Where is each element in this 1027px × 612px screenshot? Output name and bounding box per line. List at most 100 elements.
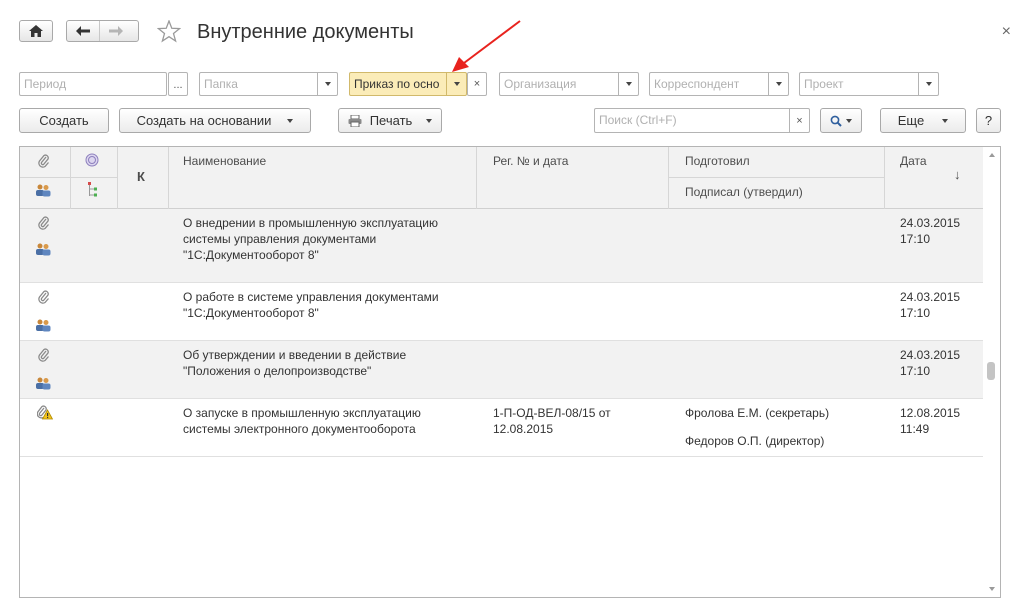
more-button[interactable]: Еще — [880, 108, 966, 133]
users-icon[interactable] — [35, 184, 51, 197]
column-reg-header[interactable]: Рег. № и дата — [493, 154, 568, 168]
tree-structure-icon[interactable] — [88, 182, 98, 198]
organization-dropdown-button[interactable] — [618, 73, 638, 95]
divider — [117, 147, 118, 209]
chevron-down-icon — [287, 118, 294, 123]
time-value: 17:10 — [900, 232, 931, 246]
document-type-field[interactable]: Приказ по осно — [349, 72, 467, 96]
favorite-star-icon[interactable] — [157, 20, 181, 43]
paperclip-warning-icon — [37, 405, 53, 420]
paperclip-icon[interactable] — [38, 154, 50, 168]
users-icon — [36, 319, 51, 332]
organization-field[interactable]: Организация — [499, 72, 639, 96]
time-value: 11:49 — [900, 422, 930, 436]
column-k-header[interactable]: К — [137, 169, 145, 184]
help-button[interactable]: ? — [976, 108, 1001, 133]
row-date: 24.03.2015 17:10 — [900, 215, 960, 247]
create-based-on-button[interactable]: Создать на основании — [119, 108, 311, 133]
date-value: 24.03.2015 — [900, 216, 961, 230]
column-prepared-header[interactable]: Подготовил — [685, 154, 750, 168]
name-line: "Положения о делопроизводстве" — [183, 364, 372, 378]
name-line: "1С:Документооборот 8" — [183, 248, 319, 262]
paperclip-icon — [38, 348, 49, 362]
row-date: 24.03.2015 17:10 — [900, 289, 960, 321]
paperclip-icon — [38, 290, 49, 304]
column-date-header[interactable]: Дата — [900, 154, 927, 168]
scrollbar-thumb[interactable] — [987, 362, 995, 380]
folder-dropdown-button[interactable] — [317, 73, 337, 95]
status-circle-icon[interactable] — [85, 153, 99, 167]
time-value: 17:10 — [900, 306, 931, 320]
magnifier-icon — [830, 115, 842, 127]
name-line: системы управления документами — [183, 232, 377, 246]
users-icon — [36, 377, 51, 390]
row-date: 24.03.2015 17:10 — [900, 347, 960, 379]
vertical-scrollbar[interactable] — [983, 147, 1000, 597]
table-row[interactable]: О внедрении в промышленную эксплуатацию … — [20, 209, 984, 283]
name-line: системы электронного документооборота — [183, 422, 416, 436]
chevron-down-icon — [453, 82, 460, 86]
name-line: "1С:Документооборот 8" — [183, 306, 319, 320]
row-prepared: Фролова Е.М. (секретарь) — [685, 406, 830, 420]
period-placeholder: Период — [24, 77, 67, 91]
chevron-down-icon — [324, 82, 331, 86]
project-field[interactable]: Проект — [799, 72, 939, 96]
divider — [668, 177, 884, 178]
close-button[interactable]: × — [1002, 23, 1011, 41]
reg-date: 12.08.2015 — [493, 422, 554, 436]
scroll-up-icon[interactable] — [989, 153, 995, 157]
folder-placeholder: Папка — [204, 77, 238, 91]
row-name: О запуске в промышленную эксплуатацию си… — [183, 405, 421, 437]
print-button[interactable]: Печать — [338, 108, 442, 133]
search-placeholder: Поиск (Ctrl+F) — [599, 113, 677, 127]
page-title: Внутренние документы — [197, 21, 414, 43]
chevron-down-icon — [925, 82, 932, 86]
printer-icon — [348, 114, 362, 127]
folder-field[interactable]: Папка — [199, 72, 338, 96]
date-value: 12.08.2015 — [900, 406, 961, 420]
arrow-right-icon — [108, 26, 123, 36]
row-signed: Федоров О.П. (директор) — [685, 434, 825, 448]
row-name: О внедрении в промышленную эксплуатацию … — [183, 215, 438, 263]
divider — [476, 147, 477, 209]
paperclip-icon — [38, 216, 49, 230]
search-clear-button[interactable]: × — [789, 109, 809, 132]
table-row[interactable]: О работе в системе управления документам… — [20, 283, 984, 341]
home-icon — [29, 25, 43, 37]
table-row[interactable]: Об утверждении и введении в действие "По… — [20, 341, 984, 399]
chevron-down-icon — [846, 118, 852, 123]
correspondent-placeholder: Корреспондент — [654, 77, 740, 91]
search-options-button[interactable] — [820, 108, 862, 133]
more-label: Еще — [897, 113, 925, 128]
create-based-on-label: Создать на основании — [136, 113, 272, 128]
table-row[interactable]: О запуске в промышленную эксплуатацию си… — [20, 399, 984, 457]
column-signed-header[interactable]: Подписал (утвердил) — [685, 185, 803, 199]
document-type-value: Приказ по осно — [354, 77, 440, 91]
home-button[interactable] — [19, 20, 53, 42]
row-date: 12.08.2015 11:49 — [900, 405, 960, 437]
column-name-header[interactable]: Наименование — [183, 154, 266, 168]
chevron-down-icon — [775, 82, 782, 86]
name-line: О работе в системе управления документам… — [183, 290, 439, 304]
correspondent-field[interactable]: Корреспондент — [649, 72, 789, 96]
help-label: ? — [984, 113, 993, 128]
row-name: О работе в системе управления документам… — [183, 289, 439, 321]
chevron-down-icon — [942, 118, 949, 123]
forward-button[interactable] — [99, 21, 131, 41]
correspondent-dropdown-button[interactable] — [768, 73, 788, 95]
search-input[interactable]: Поиск (Ctrl+F) × — [594, 108, 810, 133]
name-line: О внедрении в промышленную эксплуатацию — [183, 216, 439, 230]
project-dropdown-button[interactable] — [918, 73, 938, 95]
create-label: Создать — [39, 113, 89, 128]
divider — [168, 147, 169, 209]
create-button[interactable]: Создать — [19, 108, 109, 133]
document-type-clear-button[interactable]: × — [467, 72, 487, 96]
back-button[interactable] — [67, 21, 99, 41]
document-type-dropdown-button[interactable] — [446, 73, 466, 95]
time-value: 17:10 — [900, 364, 931, 378]
history-nav — [66, 20, 139, 42]
scroll-down-icon[interactable] — [989, 587, 995, 591]
period-select-button[interactable]: ... — [168, 72, 188, 96]
period-field[interactable]: Период — [19, 72, 167, 96]
date-value: 24.03.2015 — [900, 290, 961, 304]
